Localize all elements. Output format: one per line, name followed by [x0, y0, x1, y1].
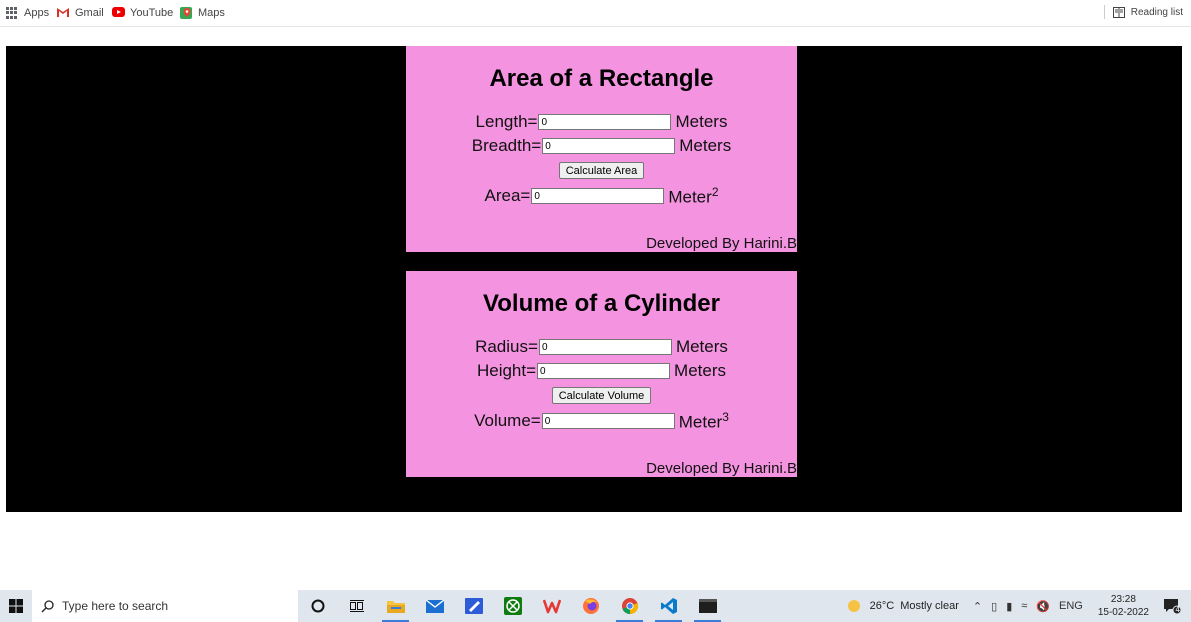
breadth-unit: Meters [679, 136, 732, 155]
bookmark-label: Apps [24, 7, 50, 19]
area-unit: Meter2 [668, 184, 719, 207]
chevron-up-icon[interactable]: ⌃ [973, 600, 982, 613]
bookmark-label: Gmail [75, 7, 104, 19]
area-output[interactable] [531, 188, 665, 204]
mail-icon [425, 599, 444, 613]
radius-input[interactable] [538, 339, 672, 355]
height-input[interactable] [537, 363, 671, 379]
taskbar: Type here to search 26°C Mostly clear ⌃ [0, 590, 1191, 622]
search-placeholder: Type here to search [62, 599, 169, 613]
wps-office-icon [542, 599, 561, 614]
gmail-icon [57, 7, 69, 19]
clock-date: 15-02-2022 [1097, 607, 1149, 618]
system-tray: 26°C Mostly clear ⌃ ▯ ▮ ≈ 🔇 ENG 23:28 15… [847, 590, 1191, 622]
task-view-button[interactable] [337, 590, 376, 622]
cylinder-volume-card: Volume of a Cylinder Radius= Meters Heig… [406, 271, 797, 477]
firefox-button[interactable] [571, 590, 610, 622]
height-label: Height= [476, 361, 537, 380]
breadth-row: Breadth= Meters [406, 136, 797, 156]
muted-speaker-icon[interactable]: 🔇 [1036, 600, 1050, 613]
pen-app-icon [464, 598, 483, 614]
bookmark-label: Maps [198, 7, 225, 19]
meet-now-icon[interactable]: ▯ [991, 600, 997, 613]
area-label: Area= [484, 186, 531, 205]
language-indicator[interactable]: ENG [1059, 600, 1083, 612]
divider [1103, 5, 1105, 19]
apps-grid-icon [6, 7, 18, 19]
volume-unit: Meter3 [678, 409, 729, 432]
wps-office-button[interactable] [532, 590, 571, 622]
reading-list-button[interactable]: Reading list [1103, 5, 1183, 19]
bookmark-maps[interactable]: Maps [180, 5, 225, 21]
reading-list-icon [1112, 6, 1125, 18]
vscode-icon [660, 598, 677, 614]
terminal-button[interactable] [688, 590, 727, 622]
chrome-icon [621, 598, 638, 615]
developer-credit: Developed By Harini.B [646, 460, 797, 477]
terminal-icon [698, 599, 717, 613]
height-row: Height= Meters [406, 361, 797, 381]
cylinder-title: Volume of a Cylinder [483, 290, 720, 317]
breadth-label: Breadth= [471, 136, 542, 155]
height-unit: Meters [674, 361, 727, 380]
length-unit: Meters [675, 112, 728, 131]
page-stage: Area of a Rectangle Length= Meters Bread… [6, 46, 1182, 512]
taskbar-search-box[interactable]: Type here to search [32, 590, 298, 622]
calculate-volume-button[interactable]: Calculate Volume [551, 387, 652, 404]
radius-row: Radius= Meters [406, 337, 797, 357]
bookmark-apps[interactable]: Apps [6, 5, 49, 21]
area-row: Area= Meter2 [406, 184, 797, 207]
area-exponent: 2 [711, 184, 719, 199]
bookmark-label: YouTube [130, 7, 174, 19]
volume-output[interactable] [541, 413, 675, 429]
length-row: Length= Meters [406, 112, 797, 132]
notification-center-button[interactable]: 4 [1163, 598, 1182, 615]
rectangle-area-card: Area of a Rectangle Length= Meters Bread… [406, 46, 797, 252]
clock-time: 23:28 [1110, 594, 1136, 605]
calculate-volume-row: Calculate Volume [406, 387, 797, 404]
cortana-button[interactable] [298, 590, 337, 622]
xbox-button[interactable] [493, 590, 532, 622]
maps-icon [180, 7, 192, 19]
pen-app-button[interactable] [454, 590, 493, 622]
youtube-icon [112, 7, 125, 19]
search-icon [41, 599, 54, 612]
bookmark-gmail[interactable]: Gmail [57, 5, 104, 21]
file-explorer-button[interactable] [376, 590, 415, 622]
calculate-area-row: Calculate Area [406, 162, 797, 179]
length-label: Length= [475, 112, 538, 131]
temperature: 26°C [869, 600, 895, 612]
battery-icon[interactable]: ▮ [1006, 600, 1012, 613]
breadth-input[interactable] [542, 138, 676, 154]
volume-exponent: 3 [722, 409, 729, 424]
folder-icon [386, 601, 405, 613]
bookmarks-bar: Apps Gmail YouTube Maps Reading list [0, 0, 1191, 27]
chrome-button[interactable] [610, 590, 649, 622]
start-button[interactable] [0, 590, 32, 622]
cortana-icon [311, 599, 324, 613]
weather-moon-icon [847, 600, 860, 612]
clock[interactable]: 23:28 15-02-2022 [1098, 593, 1149, 619]
weather-condition: Mostly clear [900, 600, 959, 612]
wifi-icon[interactable]: ≈ [1021, 600, 1027, 612]
vscode-button[interactable] [649, 590, 688, 622]
task-view-icon [349, 600, 364, 612]
bookmark-youtube[interactable]: YouTube [112, 5, 173, 21]
reading-list-label: Reading list [1130, 6, 1183, 18]
firefox-icon [582, 598, 599, 614]
notification-count: 4 [1175, 605, 1180, 614]
mail-button[interactable] [415, 590, 454, 622]
volume-label: Volume= [474, 411, 541, 430]
length-input[interactable] [538, 114, 672, 130]
weather-widget[interactable]: 26°C Mostly clear [847, 600, 959, 612]
radius-label: Radius= [475, 337, 538, 356]
volume-row: Volume= Meter3 [406, 409, 797, 432]
developer-credit: Developed By Harini.B [646, 235, 797, 252]
xbox-icon [503, 597, 522, 615]
rectangle-title: Area of a Rectangle [489, 65, 714, 92]
windows-logo-icon [9, 599, 23, 613]
calculate-area-button[interactable]: Calculate Area [558, 162, 645, 179]
radius-unit: Meters [675, 337, 728, 356]
